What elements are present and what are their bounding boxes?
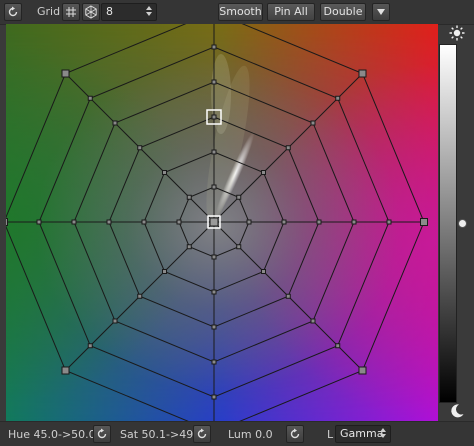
grid-node-handle[interactable] xyxy=(260,170,266,176)
grid-node-handle[interactable] xyxy=(211,184,217,190)
grid-node-handle[interactable] xyxy=(36,219,42,225)
grid-node-handle[interactable] xyxy=(211,359,217,365)
grid-node-handle[interactable] xyxy=(310,120,316,126)
polar-grid-toggle[interactable] xyxy=(82,3,100,21)
grid-node-handle[interactable] xyxy=(335,95,341,101)
top-toolbar: Grid 8 Smooth Pin All Double xyxy=(0,0,474,25)
color-grid-canvas[interactable] xyxy=(6,24,438,421)
grid-node-handle[interactable] xyxy=(211,79,217,85)
reset-icon xyxy=(197,428,207,439)
grid-lines-toggle[interactable] xyxy=(62,3,80,21)
grid-node-handle[interactable] xyxy=(61,366,70,375)
luminance-readout: Lum 0.0 xyxy=(228,428,273,441)
luminance-panel xyxy=(439,24,474,421)
dropdown-arrow-icon xyxy=(377,9,385,15)
spin-arrows-icon xyxy=(380,428,387,440)
reset-icon xyxy=(290,428,300,439)
grid-node-handle[interactable] xyxy=(420,218,428,226)
grid-node-handle[interactable] xyxy=(112,318,118,324)
grid-node-handle[interactable] xyxy=(137,145,143,151)
grid-node-handle[interactable] xyxy=(246,219,252,225)
grid-node-handle[interactable] xyxy=(71,219,77,225)
grid-node-handle[interactable] xyxy=(162,170,168,176)
grid-node-handle[interactable] xyxy=(141,219,147,225)
grid-node-handle[interactable] xyxy=(310,318,316,324)
curve-mode-select[interactable]: Gamma xyxy=(335,425,391,443)
grid-lines-icon xyxy=(66,7,76,17)
sun-icon[interactable] xyxy=(448,24,466,42)
hue-readout: Hue 45.0->50.0 xyxy=(8,428,96,441)
double-button[interactable]: Double xyxy=(320,3,366,21)
reset-icon xyxy=(97,428,107,439)
grid-node-handle[interactable] xyxy=(186,194,192,200)
grid-node-handle[interactable] xyxy=(285,293,291,299)
grid-node-handle[interactable] xyxy=(236,244,242,250)
grid-node-handle[interactable] xyxy=(112,120,118,126)
curve-mode-value: Gamma xyxy=(340,427,384,440)
grid-node-handle[interactable] xyxy=(358,69,367,78)
spin-arrows-icon[interactable] xyxy=(146,6,153,18)
pin-all-button[interactable]: Pin All xyxy=(267,3,315,21)
grid-node-handle[interactable] xyxy=(386,219,392,225)
center-node-handle[interactable] xyxy=(209,217,219,227)
grid-node-handle[interactable] xyxy=(6,218,8,226)
grid-node-handle[interactable] xyxy=(87,95,93,101)
grid-node-handle[interactable] xyxy=(162,268,168,274)
reset-button[interactable] xyxy=(4,3,22,21)
grid-node-handle[interactable] xyxy=(137,293,143,299)
grid-node-handle[interactable] xyxy=(285,145,291,151)
status-bar: Hue 45.0->50.0 Sat 50.1->49.0 Lum 0.0 L … xyxy=(0,421,474,446)
grid-node-handle[interactable] xyxy=(351,219,357,225)
grid-node-handle[interactable] xyxy=(176,219,182,225)
hue-reset-button[interactable] xyxy=(93,425,111,443)
grid-node-handle[interactable] xyxy=(61,69,70,78)
saturation-readout: Sat 50.1->49.0 xyxy=(120,428,204,441)
polar-grid-icon xyxy=(85,5,97,19)
luminance-slider-thumb[interactable] xyxy=(458,218,467,228)
grid-node-handle[interactable] xyxy=(260,268,266,274)
grid-node-handle[interactable] xyxy=(316,219,322,225)
grid-node-handle[interactable] xyxy=(186,244,192,250)
grid-node-handle[interactable] xyxy=(211,114,217,120)
grid-node-handle[interactable] xyxy=(335,343,341,349)
grid-node-handle[interactable] xyxy=(87,343,93,349)
moon-icon[interactable] xyxy=(448,402,466,420)
grid-node-handle[interactable] xyxy=(211,394,217,400)
saturation-reset-button[interactable] xyxy=(193,425,211,443)
grid-size-stepper[interactable]: 8 xyxy=(101,3,157,21)
reset-icon xyxy=(8,6,18,17)
smooth-button[interactable]: Smooth xyxy=(218,3,263,21)
grid-node-handle[interactable] xyxy=(211,149,217,155)
grid-node-handle[interactable] xyxy=(211,324,217,330)
options-dropdown-button[interactable] xyxy=(372,3,390,21)
grid-label: Grid xyxy=(37,5,61,18)
grid-size-value: 8 xyxy=(106,5,113,18)
luminance-reset-button[interactable] xyxy=(286,425,304,443)
grid-node-handle[interactable] xyxy=(281,219,287,225)
l-label: L xyxy=(327,428,334,441)
grid-node-handle[interactable] xyxy=(211,44,217,50)
grid-node-handle[interactable] xyxy=(211,289,217,295)
grid-node-handle[interactable] xyxy=(106,219,112,225)
luminance-gradient-track[interactable] xyxy=(439,44,457,403)
grid-node-handle[interactable] xyxy=(236,194,242,200)
grid-node-handle[interactable] xyxy=(211,254,217,260)
grid-node-handle[interactable] xyxy=(358,366,367,375)
